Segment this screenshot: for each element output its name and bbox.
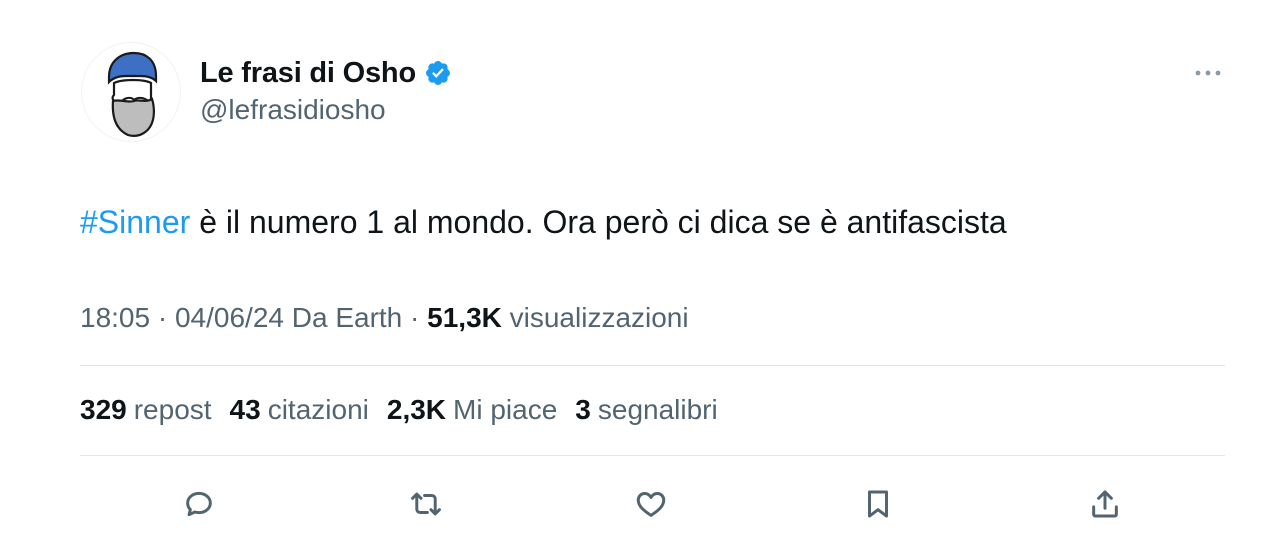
verified-badge-icon — [426, 61, 450, 85]
tweet-card: Le frasi di Osho @lefrasidiosho #Sinner … — [0, 0, 1280, 550]
more-options-button[interactable] — [1190, 58, 1226, 88]
avatar[interactable] — [81, 42, 181, 142]
stat-count: 2,3K — [386, 394, 447, 425]
like-button[interactable] — [627, 480, 675, 528]
author-name-row: Le frasi di Osho — [200, 53, 452, 93]
hashtag-link[interactable]: #Sinner — [80, 204, 190, 240]
tweet-body: è il numero 1 al mondo. Ora però ci dica… — [190, 204, 1007, 240]
stat-label: Mi piace — [453, 394, 558, 425]
bearded-man-avatar-icon — [107, 51, 158, 137]
tweet-stats: 329 repost 43 citazioni 2,3K Mi piace 3 segn… — [80, 390, 718, 430]
share-icon — [1092, 490, 1118, 518]
author-handle[interactable]: @lefrasidiosho — [200, 94, 386, 126]
divider — [80, 365, 1225, 366]
divider — [80, 455, 1225, 456]
like-icon — [636, 492, 666, 517]
tweet-time[interactable]: 18:05 — [80, 302, 150, 333]
retweet-button[interactable] — [402, 480, 450, 528]
author-display-name[interactable]: Le frasi di Osho — [200, 57, 416, 90]
stat-count: 3 — [575, 394, 591, 425]
stat-quotes[interactable]: 43 citazioni — [230, 390, 369, 430]
reply-icon — [186, 491, 212, 517]
meta-separator: · — [150, 302, 175, 333]
bookmark-button[interactable] — [854, 480, 902, 528]
views-label: visualizzazioni — [501, 302, 689, 333]
stat-count: 329 — [80, 394, 127, 425]
action-bar — [0, 480, 1280, 528]
stat-label: citazioni — [267, 394, 369, 425]
tweet-date[interactable]: 04/06/24 — [175, 302, 284, 333]
stat-bookmarks[interactable]: 3 segnalibri — [575, 390, 717, 430]
more-dots-icon — [1195, 70, 1221, 76]
stat-count: 43 — [229, 394, 261, 425]
share-button[interactable] — [1081, 480, 1129, 528]
stat-label: segnalibri — [597, 394, 718, 425]
tweet-source: Da Earth — [283, 302, 403, 333]
retweet-icon — [411, 492, 441, 516]
stat-reposts[interactable]: 329 repost — [80, 390, 212, 430]
bookmark-icon — [868, 490, 888, 518]
meta-separator: · — [402, 302, 428, 333]
tweet-meta: 18:05 · 04/06/24 Da Earth · 51,3K visual… — [80, 298, 689, 338]
tweet-text: #Sinner è il numero 1 al mondo. Ora però… — [80, 200, 1007, 244]
stat-likes[interactable]: 2,3K Mi piace — [387, 390, 557, 430]
reply-button[interactable] — [175, 480, 223, 528]
stat-label: repost — [133, 394, 212, 425]
views-count: 51,3K — [427, 302, 502, 333]
